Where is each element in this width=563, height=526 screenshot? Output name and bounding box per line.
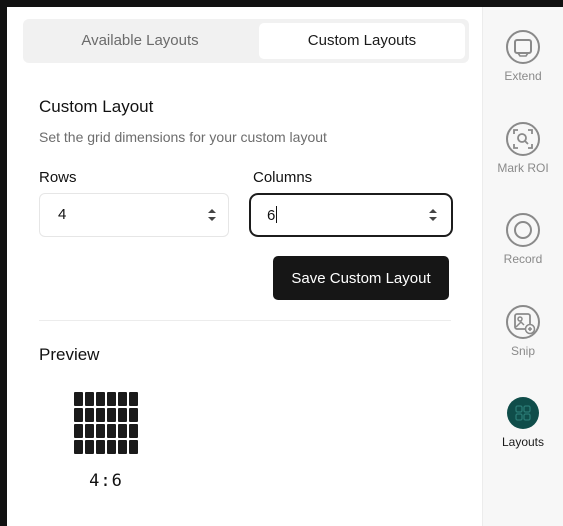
preview-grid (74, 392, 138, 454)
layouts-icon (507, 397, 539, 429)
record-icon (506, 213, 540, 247)
tool-sidebar: Extend Mark ROI Record Snip Layouts (483, 7, 563, 526)
tab-custom-layouts[interactable]: Custom Layouts (259, 23, 465, 59)
sidebar-label-snip: Snip (510, 344, 536, 358)
custom-layout-title: Custom Layout (39, 97, 154, 116)
sidebar-label-extend: Extend (504, 69, 542, 83)
sidebar-item-extend[interactable]: Extend (483, 29, 563, 83)
sidebar-label-record: Record (503, 252, 543, 266)
preview-title: Preview (39, 345, 100, 364)
preview-cell (85, 392, 94, 406)
preview-cell (74, 424, 83, 438)
custom-layout-subtitle: Set the grid dimensions for your custom … (39, 129, 327, 145)
save-custom-layout-button[interactable]: Save Custom Layout (273, 256, 449, 300)
sidebar-item-layouts[interactable]: Layouts (483, 395, 563, 449)
preview-cell (85, 408, 94, 422)
mark-roi-icon (506, 122, 540, 156)
preview-cell (107, 408, 116, 422)
preview-cell (74, 408, 83, 422)
columns-value: 6 (267, 207, 276, 224)
rows-input[interactable]: 4 (39, 193, 229, 237)
rows-stepper-icon[interactable] (206, 205, 218, 225)
tab-available-layouts[interactable]: Available Layouts (27, 23, 253, 59)
rows-value: 4 (58, 206, 67, 223)
layout-tabs: Available Layouts Custom Layouts (23, 19, 469, 63)
columns-label: Columns (253, 169, 313, 186)
preview-cell (129, 392, 138, 406)
window-border-left (0, 0, 7, 526)
preview-cell (107, 424, 116, 438)
preview-cell (96, 440, 105, 454)
sidebar-label-layouts: Layouts (501, 435, 545, 449)
preview-cell (96, 408, 105, 422)
window-border-top (0, 0, 563, 7)
preview-cell (74, 392, 83, 406)
preview-cell (85, 424, 94, 438)
preview-cell (107, 440, 116, 454)
layout-panel: Available Layouts Custom Layouts Custom … (7, 7, 477, 526)
preview-cell (118, 392, 127, 406)
preview-cell (85, 440, 94, 454)
preview-cell (107, 392, 116, 406)
columns-value-wrap: 6 (267, 206, 278, 224)
columns-stepper-icon[interactable] (427, 205, 439, 225)
snip-icon (506, 305, 540, 339)
sidebar-item-record[interactable]: Record (483, 212, 563, 266)
section-divider (39, 320, 451, 321)
sidebar-label-mark-roi: Mark ROI (497, 161, 549, 175)
preview-cell (129, 440, 138, 454)
preview-cell (129, 408, 138, 422)
preview-cell (118, 424, 127, 438)
preview-cell (129, 424, 138, 438)
text-caret (276, 206, 278, 223)
extend-icon (506, 30, 540, 64)
preview-cell (118, 408, 127, 422)
sidebar-item-mark-roi[interactable]: Mark ROI (483, 121, 563, 175)
sidebar-item-snip[interactable]: Snip (483, 304, 563, 358)
preview-cell (74, 440, 83, 454)
rows-label: Rows (39, 169, 77, 186)
preview-cell (96, 392, 105, 406)
columns-input[interactable]: 6 (249, 193, 453, 237)
preview-cell (118, 440, 127, 454)
preview-cell (96, 424, 105, 438)
preview-caption: 4:6 (89, 471, 123, 491)
